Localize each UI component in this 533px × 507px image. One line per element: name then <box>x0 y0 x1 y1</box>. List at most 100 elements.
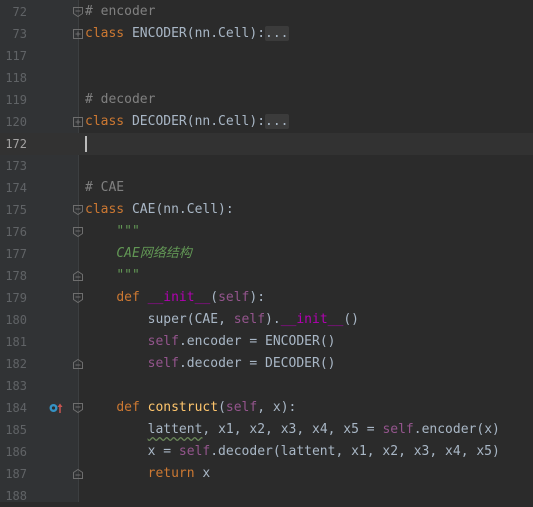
line-number: 177 <box>5 247 27 261</box>
code-line[interactable]: 185 lattent, x1, x2, x3, x4, x5 = self.e… <box>0 419 533 441</box>
code-line[interactable]: 188 <box>0 485 533 507</box>
code-text[interactable]: self.decoder = DECODER() <box>85 353 336 375</box>
code-line[interactable]: 175 class CAE(nn.Cell): <box>0 199 533 221</box>
code-text[interactable]: super(CAE, self).__init__() <box>85 309 359 331</box>
code-text[interactable]: """ <box>85 221 140 243</box>
code-token: self <box>233 312 266 327</box>
code-token: .encoder = ENCODER() <box>178 334 336 349</box>
fold-collapse-icon[interactable] <box>73 205 83 215</box>
code-line[interactable]: 119 # decoder <box>0 89 533 111</box>
folded-code-placeholder[interactable]: ... <box>265 114 289 129</box>
code-line[interactable]: 173 <box>0 155 533 177</box>
code-line[interactable]: 177 CAE网络结构 <box>0 243 533 265</box>
fold-collapse-icon[interactable] <box>73 227 83 237</box>
code-line[interactable]: 179 def __init__(self): <box>0 287 533 309</box>
code-token: """ <box>116 268 140 283</box>
code-text[interactable]: self.encoder = ENCODER() <box>85 331 336 353</box>
code-text[interactable]: return x <box>85 463 211 485</box>
code-token: # decoder <box>85 92 156 107</box>
fold-end-icon[interactable] <box>73 469 83 479</box>
line-number: 175 <box>5 203 27 217</box>
code-text[interactable]: def __init__(self): <box>85 287 265 309</box>
line-number: 178 <box>5 269 27 283</box>
fold-collapse-icon[interactable] <box>73 403 83 413</box>
code-token: CAE网络结构 <box>116 246 192 261</box>
line-number: 120 <box>5 115 27 129</box>
code-token: # encoder <box>85 4 156 19</box>
code-token: construct <box>147 400 219 415</box>
code-line[interactable]: 187 return x <box>0 463 533 485</box>
line-number: 188 <box>5 489 27 503</box>
code-token: """ <box>116 224 140 239</box>
fold-collapse-icon[interactable] <box>73 293 83 303</box>
line-number: 173 <box>5 159 27 173</box>
code-line[interactable]: 117 <box>0 45 533 67</box>
fold-end-icon[interactable] <box>73 271 83 281</box>
code-editor[interactable]: 72 # encoder 73 class ENCODER(nn.Cell):... 1… <box>0 0 533 503</box>
code-line[interactable]: 182 self.decoder = DECODER() <box>0 353 533 375</box>
fold-end-icon[interactable] <box>73 359 83 369</box>
line-number: 176 <box>5 225 27 239</box>
code-token: # CAE <box>85 180 125 195</box>
override-breakpoint-icon[interactable] <box>49 402 63 414</box>
code-line[interactable]: 183 <box>0 375 533 397</box>
line-number: 183 <box>5 379 27 393</box>
code-token: def <box>116 400 148 415</box>
code-line[interactable]: 118 <box>0 67 533 89</box>
code-token: self <box>147 334 179 349</box>
code-token: return <box>147 466 203 481</box>
code-text[interactable]: # decoder <box>85 89 155 111</box>
code-line[interactable]: 184 def construct(self, x): <box>0 397 533 419</box>
code-token: def <box>116 290 148 305</box>
code-text[interactable]: # encoder <box>85 1 155 23</box>
line-number: 182 <box>5 357 27 371</box>
code-token: () <box>343 312 359 327</box>
line-number: 72 <box>12 5 27 19</box>
code-text[interactable]: x = self.decoder(lattent, x1, x2, x3, x4… <box>85 441 500 463</box>
code-token: self <box>382 422 414 437</box>
code-token: .encoder(x) <box>413 422 500 437</box>
line-number: 186 <box>5 445 27 459</box>
code-token: x = <box>85 444 179 459</box>
code-text[interactable]: CAE网络结构 <box>85 243 192 265</box>
code-text[interactable]: class DECODER(nn.Cell):... <box>85 111 289 133</box>
line-number: 184 <box>5 401 27 415</box>
code-line[interactable]: 73 class ENCODER(nn.Cell):... <box>0 23 533 45</box>
code-line[interactable]: 120 class DECODER(nn.Cell):... <box>0 111 533 133</box>
code-token: __init__ <box>280 312 344 327</box>
code-token: class <box>85 114 132 129</box>
line-number: 118 <box>5 71 27 85</box>
code-text[interactable]: class CAE(nn.Cell): <box>85 199 234 221</box>
fold-expand-icon[interactable] <box>73 117 83 127</box>
code-text[interactable]: """ <box>85 265 140 287</box>
code-token: ( <box>218 400 226 415</box>
code-token: x <box>202 466 211 481</box>
code-token: ): <box>249 290 266 305</box>
code-text[interactable]: def construct(self, x): <box>85 397 296 419</box>
code-token: .decoder = DECODER() <box>178 356 336 371</box>
code-line[interactable]: 181 self.encoder = ENCODER() <box>0 331 533 353</box>
code-line[interactable]: 72 # encoder <box>0 1 533 23</box>
code-text[interactable]: # CAE <box>85 177 124 199</box>
line-number: 179 <box>5 291 27 305</box>
text-caret <box>85 136 87 152</box>
code-token: self <box>178 444 211 459</box>
code-token: self <box>147 356 179 371</box>
code-line[interactable]: 174 # CAE <box>0 177 533 199</box>
code-line[interactable]: 186 x = self.decoder(lattent, x1, x2, x3… <box>0 441 533 463</box>
code-text[interactable]: lattent, x1, x2, x3, x4, x5 = self.encod… <box>85 419 500 441</box>
code-line[interactable]: 172 <box>0 133 533 155</box>
code-line[interactable]: 180 super(CAE, self).__init__() <box>0 309 533 331</box>
line-number: 187 <box>5 467 27 481</box>
code-line[interactable]: 176 """ <box>0 221 533 243</box>
code-token: CAE(nn.Cell): <box>131 202 234 217</box>
folded-code-placeholder[interactable]: ... <box>265 26 289 41</box>
code-token: super <box>147 312 187 327</box>
fold-collapse-icon[interactable] <box>73 7 83 17</box>
fold-expand-icon[interactable] <box>73 29 83 39</box>
code-text[interactable]: class ENCODER(nn.Cell):... <box>85 23 289 45</box>
code-line[interactable]: 178 """ <box>0 265 533 287</box>
code-token: __init__ <box>147 290 211 305</box>
